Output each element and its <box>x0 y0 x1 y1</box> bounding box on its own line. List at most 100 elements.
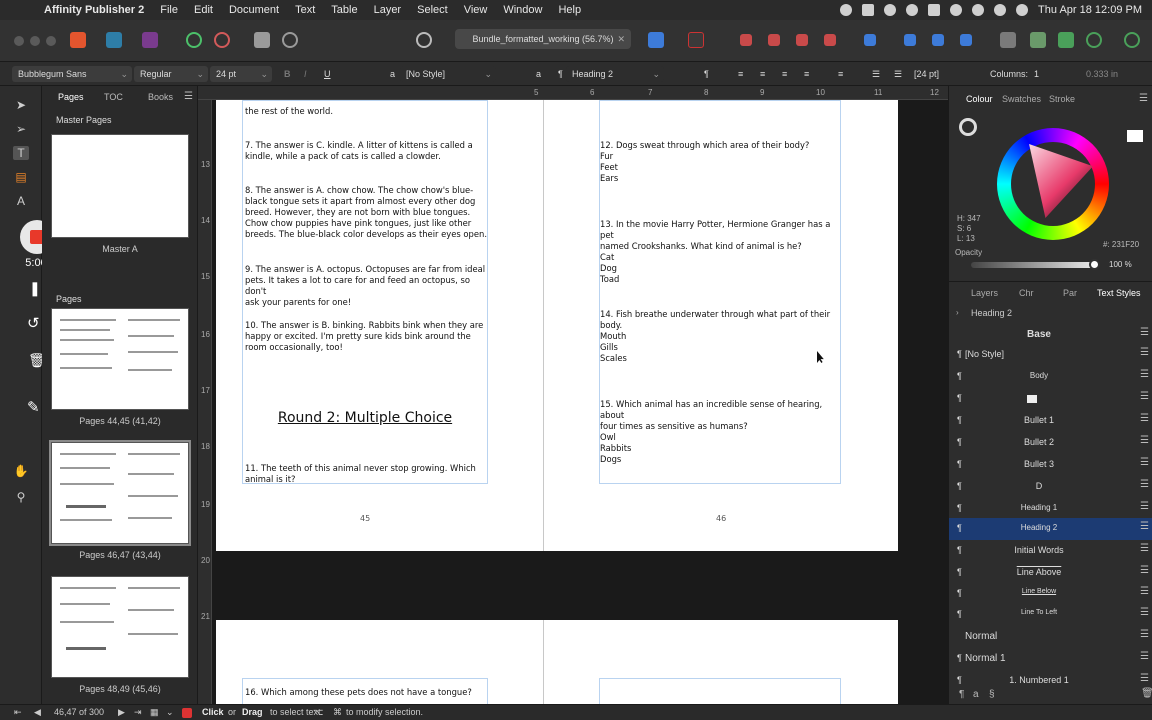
master-a-thumbnail[interactable] <box>51 134 189 238</box>
pages-48-49-thumbnail[interactable] <box>51 576 189 678</box>
opacity-slider-handle[interactable] <box>1089 259 1100 270</box>
align-right-icon[interactable]: ≡ <box>782 66 787 82</box>
window-close-icon[interactable] <box>14 36 24 46</box>
style-d[interactable]: ¶ D ☰ <box>949 476 1152 498</box>
style-menu-icon[interactable]: ☰ <box>1140 347 1149 358</box>
move-tool-icon[interactable]: ➤ <box>13 98 29 112</box>
clear-character-style-icon[interactable]: a <box>536 66 541 82</box>
panel-menu-icon[interactable]: ☰ <box>1139 93 1148 104</box>
menu-edit[interactable]: Edit <box>186 4 221 16</box>
studio-icon-1[interactable] <box>1030 32 1046 48</box>
style-numbered-1[interactable]: ¶ 1. Numbered 1 ☰ <box>949 670 1152 692</box>
previous-page-icon[interactable]: ◀ <box>34 707 41 718</box>
font-size-field[interactable]: 24 pt ⌄ <box>210 66 272 82</box>
menu-file[interactable]: File <box>152 4 186 16</box>
round-2-heading[interactable]: Round 2: Multiple Choice <box>242 410 488 426</box>
snapping-icon[interactable] <box>688 32 704 48</box>
answer-top-line[interactable]: the rest of the world. <box>245 106 487 117</box>
chrome-icon[interactable] <box>884 4 897 16</box>
spread-48-49[interactable]: 16. Which among these pets does not have… <box>216 620 898 704</box>
tab-stroke[interactable]: Stroke <box>1049 94 1075 104</box>
page-indicator[interactable]: 46,47 of 300 <box>54 707 104 717</box>
tab-layers[interactable]: Layers <box>971 288 998 298</box>
style-line-below[interactable]: ¶ Line Below ☰ <box>949 583 1152 605</box>
question-14[interactable]: 14. Fish breathe underwater through what… <box>600 309 840 364</box>
annotate-icon[interactable]: ✎ <box>27 398 40 416</box>
menu-help[interactable]: Help <box>550 4 589 16</box>
text-frame-page-48[interactable] <box>599 678 841 704</box>
hex-value[interactable]: #: 231F20 <box>1103 240 1139 249</box>
menu-select[interactable]: Select <box>409 4 456 16</box>
panel-menu-icon[interactable]: ☰ <box>184 91 193 102</box>
last-page-icon[interactable]: ⇥ <box>134 707 142 718</box>
style-menu-icon[interactable]: ☰ <box>1140 607 1149 618</box>
tab-paragraph[interactable]: Par <box>1063 288 1077 298</box>
control-center-icon[interactable] <box>994 4 1007 16</box>
character-style-select[interactable]: [No Style] ⌄ <box>400 66 496 82</box>
menu-view[interactable]: View <box>456 4 496 16</box>
table-tool-icon[interactable]: A <box>13 194 29 208</box>
tab-pages[interactable]: Pages <box>58 92 84 102</box>
style-bullet-1[interactable]: ¶ Bullet 1 ☰ <box>949 410 1152 432</box>
tab-swatches[interactable]: Swatches <box>1002 94 1041 104</box>
menu-text[interactable]: Text <box>287 4 323 16</box>
studio-icon-2[interactable] <box>1058 32 1074 48</box>
picture-frame-icon[interactable] <box>282 32 298 48</box>
style-menu-icon[interactable]: ☰ <box>1140 327 1149 338</box>
style-line-to-left[interactable]: ¶ Line To Left ☰ <box>949 604 1152 626</box>
text-wrap-icon[interactable] <box>648 32 664 48</box>
opacity-value[interactable]: 100 % <box>1109 260 1132 269</box>
next-page-icon[interactable]: ▶ <box>118 707 125 718</box>
style-bullet-3[interactable]: ¶ Bullet 3 ☰ <box>949 454 1152 476</box>
style-menu-icon[interactable]: ☰ <box>1140 435 1149 446</box>
bold-button[interactable]: B <box>284 66 291 82</box>
swap-colors-icon[interactable] <box>1127 130 1143 142</box>
frame-tool-icon[interactable] <box>254 32 270 48</box>
menu-table[interactable]: Table <box>323 4 365 16</box>
app-tray-icon[interactable] <box>862 4 875 16</box>
answer-10[interactable]: 10. The answer is B. binking. Rabbits bi… <box>245 320 487 353</box>
style-menu-icon[interactable]: ☰ <box>1140 673 1149 684</box>
align-center-icon[interactable]: ≡ <box>760 66 765 82</box>
battery-icon[interactable] <box>928 4 941 16</box>
horizontal-ruler[interactable]: 5 6 7 8 9 10 11 12 <box>198 86 948 100</box>
tab-text-styles[interactable]: Text Styles <box>1097 288 1141 298</box>
chevron-right-icon[interactable]: › <box>956 308 959 317</box>
style-menu-icon[interactable]: ☰ <box>1140 391 1149 402</box>
style-base[interactable]: Base ☰ <box>949 324 1152 346</box>
question-16[interactable]: 16. Which among these pets does not have… <box>245 687 487 698</box>
justify-icon[interactable]: ≡ <box>804 66 809 82</box>
style-menu-icon[interactable]: ☰ <box>1140 565 1149 576</box>
style-blank[interactable]: ¶ ☰ <box>949 388 1152 410</box>
pages-46-47-thumbnail[interactable] <box>49 440 191 546</box>
tab-books[interactable]: Books <box>148 92 173 102</box>
view-mode-icon[interactable] <box>416 32 432 48</box>
paragraph-style-select[interactable]: Heading 2 ⌄ <box>566 66 664 82</box>
arrange-icon-1[interactable] <box>740 34 752 46</box>
wifi-icon[interactable] <box>950 4 963 16</box>
node-tool-icon[interactable]: ➢ <box>13 122 29 136</box>
search-icon[interactable] <box>972 4 985 16</box>
answer-9[interactable]: 9. The answer is A. octopus. Octopuses a… <box>245 264 487 308</box>
question-15[interactable]: 15. Which animal has an incredible sense… <box>600 399 840 465</box>
settings-icon[interactable] <box>840 4 853 16</box>
question-12[interactable]: 12. Dogs sweat through which area of the… <box>600 140 840 184</box>
answer-7[interactable]: 7. The answer is C. kindle. A litter of … <box>245 140 487 162</box>
style-line-above[interactable]: ¶ Line Above ☰ <box>949 562 1152 584</box>
menu-window[interactable]: Window <box>495 4 550 16</box>
columns-value[interactable]: 1 <box>1034 66 1039 82</box>
new-style-icon[interactable]: ¶ <box>959 689 964 700</box>
document-canvas[interactable]: the rest of the world. 7. The answer is … <box>212 100 948 704</box>
clock[interactable]: Thu Apr 18 12:09 PM <box>1038 4 1142 16</box>
style-menu-icon[interactable]: ☰ <box>1140 413 1149 424</box>
zoom-tool-icon[interactable]: ⚲ <box>13 490 29 504</box>
assets-icon[interactable] <box>214 32 230 48</box>
preflight-icon[interactable] <box>186 32 202 48</box>
photo-persona-icon[interactable] <box>142 32 158 48</box>
question-11[interactable]: 11. The teeth of this animal never stop … <box>245 463 487 485</box>
new-group-icon[interactable]: § <box>989 689 995 700</box>
clear-paragraph-style-icon[interactable]: ¶ <box>704 66 709 82</box>
first-page-icon[interactable]: ⇤ <box>14 707 22 718</box>
style-heading-1[interactable]: ¶ Heading 1 ☰ <box>949 498 1152 520</box>
account-icon[interactable] <box>1124 32 1140 48</box>
